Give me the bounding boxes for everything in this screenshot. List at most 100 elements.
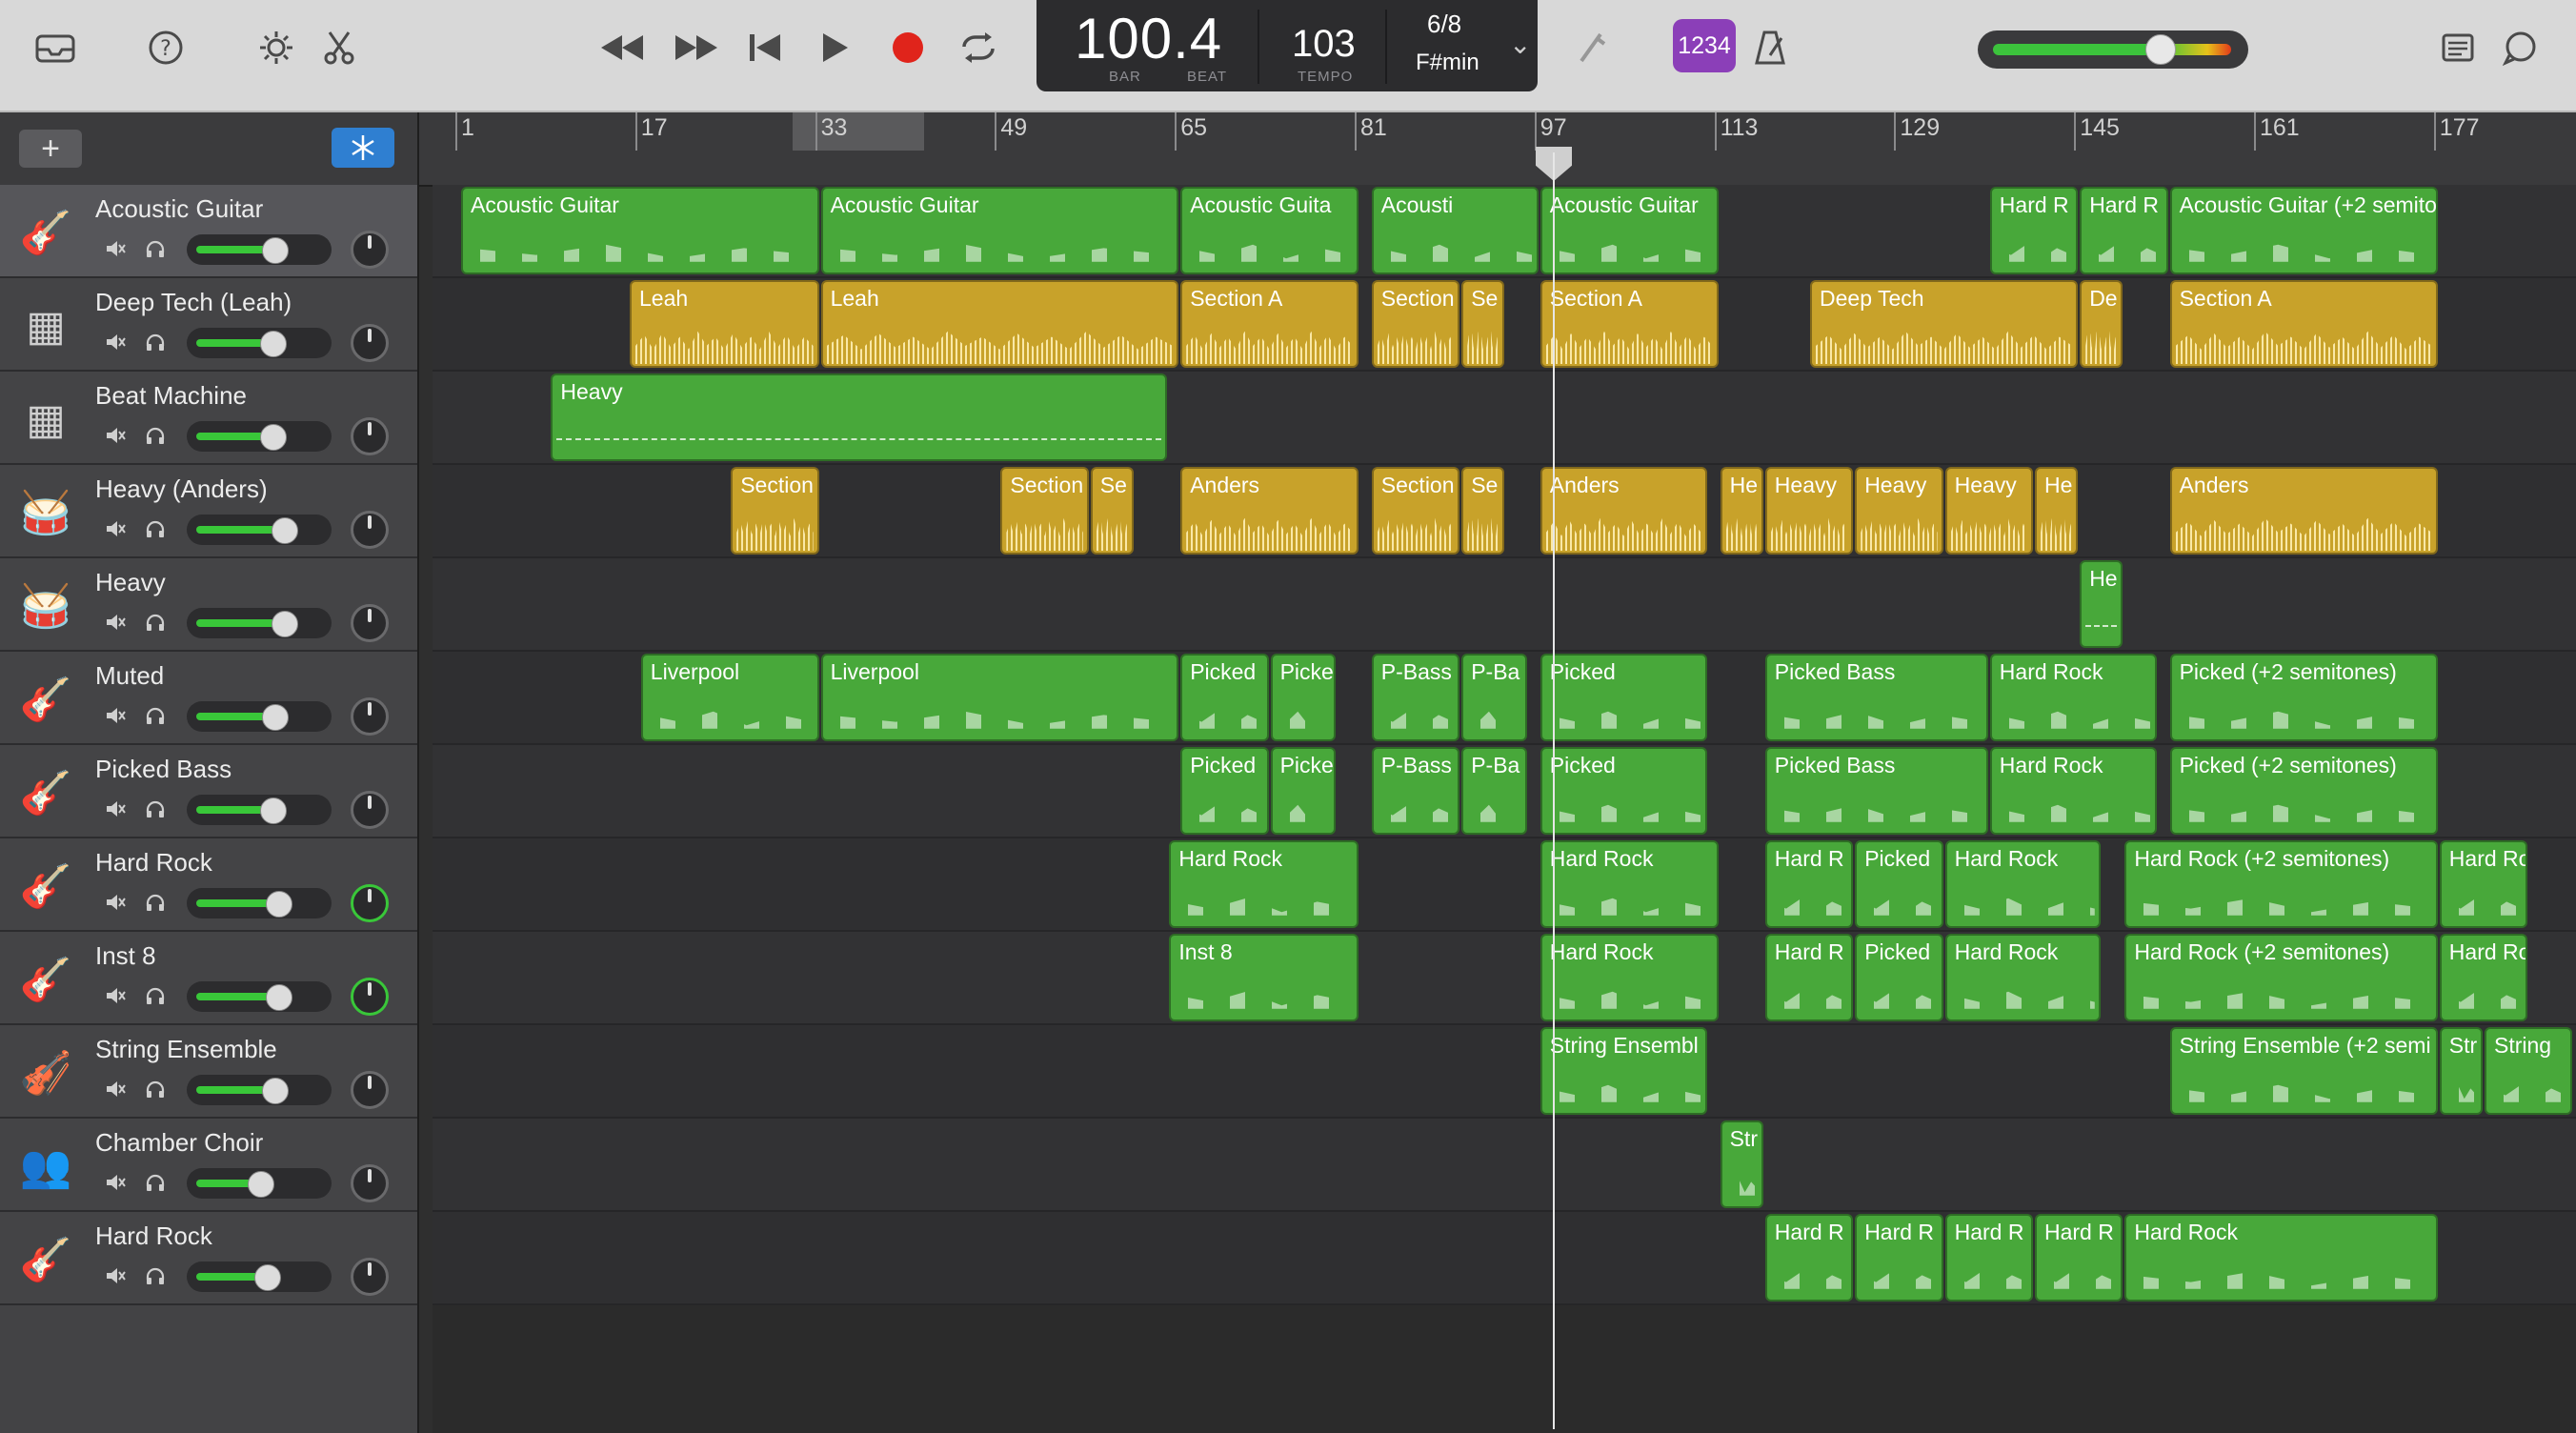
midi-region[interactable]: Hard R xyxy=(1764,934,1854,1021)
midi-region[interactable]: Picked xyxy=(1540,654,1707,741)
audio-region[interactable]: Section A xyxy=(2169,280,2438,368)
midi-region[interactable]: Hard Rock xyxy=(1169,840,1358,928)
volume-slider[interactable] xyxy=(187,421,332,452)
mute-button[interactable] xyxy=(99,979,131,1012)
midi-region[interactable]: Liverpool xyxy=(640,654,819,741)
midi-region[interactable]: Picked (+2 semitones) xyxy=(2169,654,2438,741)
volume-slider[interactable] xyxy=(187,1075,332,1105)
midi-region[interactable]: Str xyxy=(1720,1120,1763,1208)
audio-region[interactable]: Leah xyxy=(820,280,1179,368)
midi-region[interactable]: Hard Rock xyxy=(1944,934,2101,1021)
midi-region[interactable]: P-Ba xyxy=(1461,654,1527,741)
master-volume-slider[interactable] xyxy=(1978,30,2248,69)
audio-region[interactable]: Section xyxy=(1371,467,1460,555)
audio-region[interactable]: Anders xyxy=(2169,467,2438,555)
volume-knob[interactable] xyxy=(260,424,287,451)
track-header[interactable]: 🎸 Hard Rock xyxy=(0,838,417,932)
midi-region[interactable]: Picked Bass xyxy=(1764,747,1988,835)
audio-region[interactable]: Section A xyxy=(1180,280,1358,368)
midi-region[interactable]: P-Bass xyxy=(1371,747,1460,835)
pan-knob[interactable] xyxy=(351,231,389,269)
midi-region[interactable]: Hard Ro xyxy=(2439,934,2528,1021)
midi-region[interactable]: Hard R xyxy=(1764,1214,1854,1302)
mute-button[interactable] xyxy=(99,326,131,358)
volume-slider[interactable] xyxy=(187,515,332,545)
midi-region[interactable]: Hard Ro xyxy=(2439,840,2528,928)
mute-button[interactable] xyxy=(99,606,131,638)
tracks-area[interactable]: 1 17 33 49 65 81 97 113 129 145 161 177 Acoustic Gu… xyxy=(419,112,2576,1433)
pan-knob[interactable] xyxy=(351,1071,389,1109)
mute-button[interactable] xyxy=(99,793,131,825)
midi-region[interactable]: Picked xyxy=(1540,747,1707,835)
drummer-region[interactable]: He xyxy=(2080,560,2123,648)
audio-region[interactable]: Section xyxy=(1371,280,1460,368)
solo-headphones-button[interactable] xyxy=(139,606,171,638)
volume-knob[interactable] xyxy=(272,517,298,544)
solo-headphones-button[interactable] xyxy=(139,1166,171,1199)
midi-region[interactable]: Str xyxy=(2439,1027,2483,1115)
midi-region[interactable]: Inst 8 xyxy=(1169,934,1358,1021)
midi-region[interactable]: Hard R xyxy=(2035,1214,2123,1302)
mute-button[interactable] xyxy=(99,1166,131,1199)
count-in-button[interactable]: 1234 xyxy=(1673,19,1736,72)
solo-headphones-button[interactable] xyxy=(139,793,171,825)
bar-ruler[interactable]: 1 17 33 49 65 81 97 113 129 145 161 177 xyxy=(419,112,2576,187)
audio-region[interactable]: Section xyxy=(731,467,819,555)
audio-region[interactable]: Heavy xyxy=(1764,467,1854,555)
midi-region[interactable]: Hard R xyxy=(1944,1214,2033,1302)
volume-slider[interactable] xyxy=(187,888,332,918)
midi-region[interactable]: Picked xyxy=(1180,654,1269,741)
lcd-display[interactable]: 100.4 BAR BEAT 103 TEMPO 6/8 F#min ⌄ xyxy=(1036,0,1538,91)
go-to-beginning-button[interactable] xyxy=(737,21,793,74)
add-track-button[interactable]: + xyxy=(19,130,82,168)
help-icon[interactable]: ? xyxy=(143,25,189,71)
pan-knob[interactable] xyxy=(351,978,389,1016)
pan-knob[interactable] xyxy=(351,791,389,829)
midi-region[interactable]: Hard Rock xyxy=(1989,654,2157,741)
solo-headphones-button[interactable] xyxy=(139,513,171,545)
volume-slider[interactable] xyxy=(187,234,332,265)
track-lane[interactable] xyxy=(433,558,2576,652)
volume-knob[interactable] xyxy=(262,1078,289,1104)
master-volume-knob[interactable] xyxy=(2145,34,2176,65)
volume-knob[interactable] xyxy=(262,704,289,731)
cycle-region[interactable] xyxy=(793,112,924,151)
midi-region[interactable]: Hard R xyxy=(2080,187,2168,274)
solo-headphones-button[interactable] xyxy=(139,699,171,732)
midi-region[interactable]: Acoustic Guitar xyxy=(461,187,819,274)
smart-controls-icon[interactable] xyxy=(253,25,299,71)
mute-button[interactable] xyxy=(99,513,131,545)
midi-region[interactable]: Hard Rock xyxy=(2124,1214,2438,1302)
track-header[interactable]: 🎸 Muted xyxy=(0,652,417,745)
volume-knob[interactable] xyxy=(254,1264,281,1291)
audio-region[interactable]: Deep Tech xyxy=(1810,280,2079,368)
audio-region[interactable]: Se xyxy=(1461,467,1505,555)
pan-knob[interactable] xyxy=(351,697,389,736)
solo-headphones-button[interactable] xyxy=(139,1260,171,1292)
solo-headphones-button[interactable] xyxy=(139,886,171,918)
volume-knob[interactable] xyxy=(262,237,289,264)
solo-headphones-button[interactable] xyxy=(139,232,171,265)
track-header[interactable]: ▦ Beat Machine xyxy=(0,372,417,465)
midi-region[interactable]: Picke xyxy=(1270,747,1337,835)
record-button[interactable] xyxy=(880,21,936,74)
audio-region[interactable]: He xyxy=(2035,467,2079,555)
midi-region[interactable]: Hard Rock xyxy=(1944,840,2101,928)
audio-region[interactable]: Heavy xyxy=(1855,467,1943,555)
audio-region[interactable]: He xyxy=(1720,467,1763,555)
volume-knob[interactable] xyxy=(266,984,292,1011)
volume-slider[interactable] xyxy=(187,328,332,358)
midi-region[interactable]: Hard Rock xyxy=(1989,747,2157,835)
midi-region[interactable]: Acoustic Guitar xyxy=(820,187,1179,274)
mute-button[interactable] xyxy=(99,419,131,452)
volume-knob[interactable] xyxy=(266,891,292,918)
loop-browser-icon[interactable] xyxy=(2498,25,2544,71)
midi-region[interactable]: Picked (+2 semitones) xyxy=(2169,747,2438,835)
audio-region[interactable]: Se xyxy=(1461,280,1505,368)
midi-region[interactable]: Picked xyxy=(1855,934,1943,1021)
midi-region[interactable]: Picke xyxy=(1270,654,1337,741)
midi-region[interactable]: Picked xyxy=(1180,747,1269,835)
midi-region[interactable]: Liverpool xyxy=(820,654,1179,741)
audio-region[interactable]: Section xyxy=(1000,467,1089,555)
audio-region[interactable]: Anders xyxy=(1540,467,1707,555)
